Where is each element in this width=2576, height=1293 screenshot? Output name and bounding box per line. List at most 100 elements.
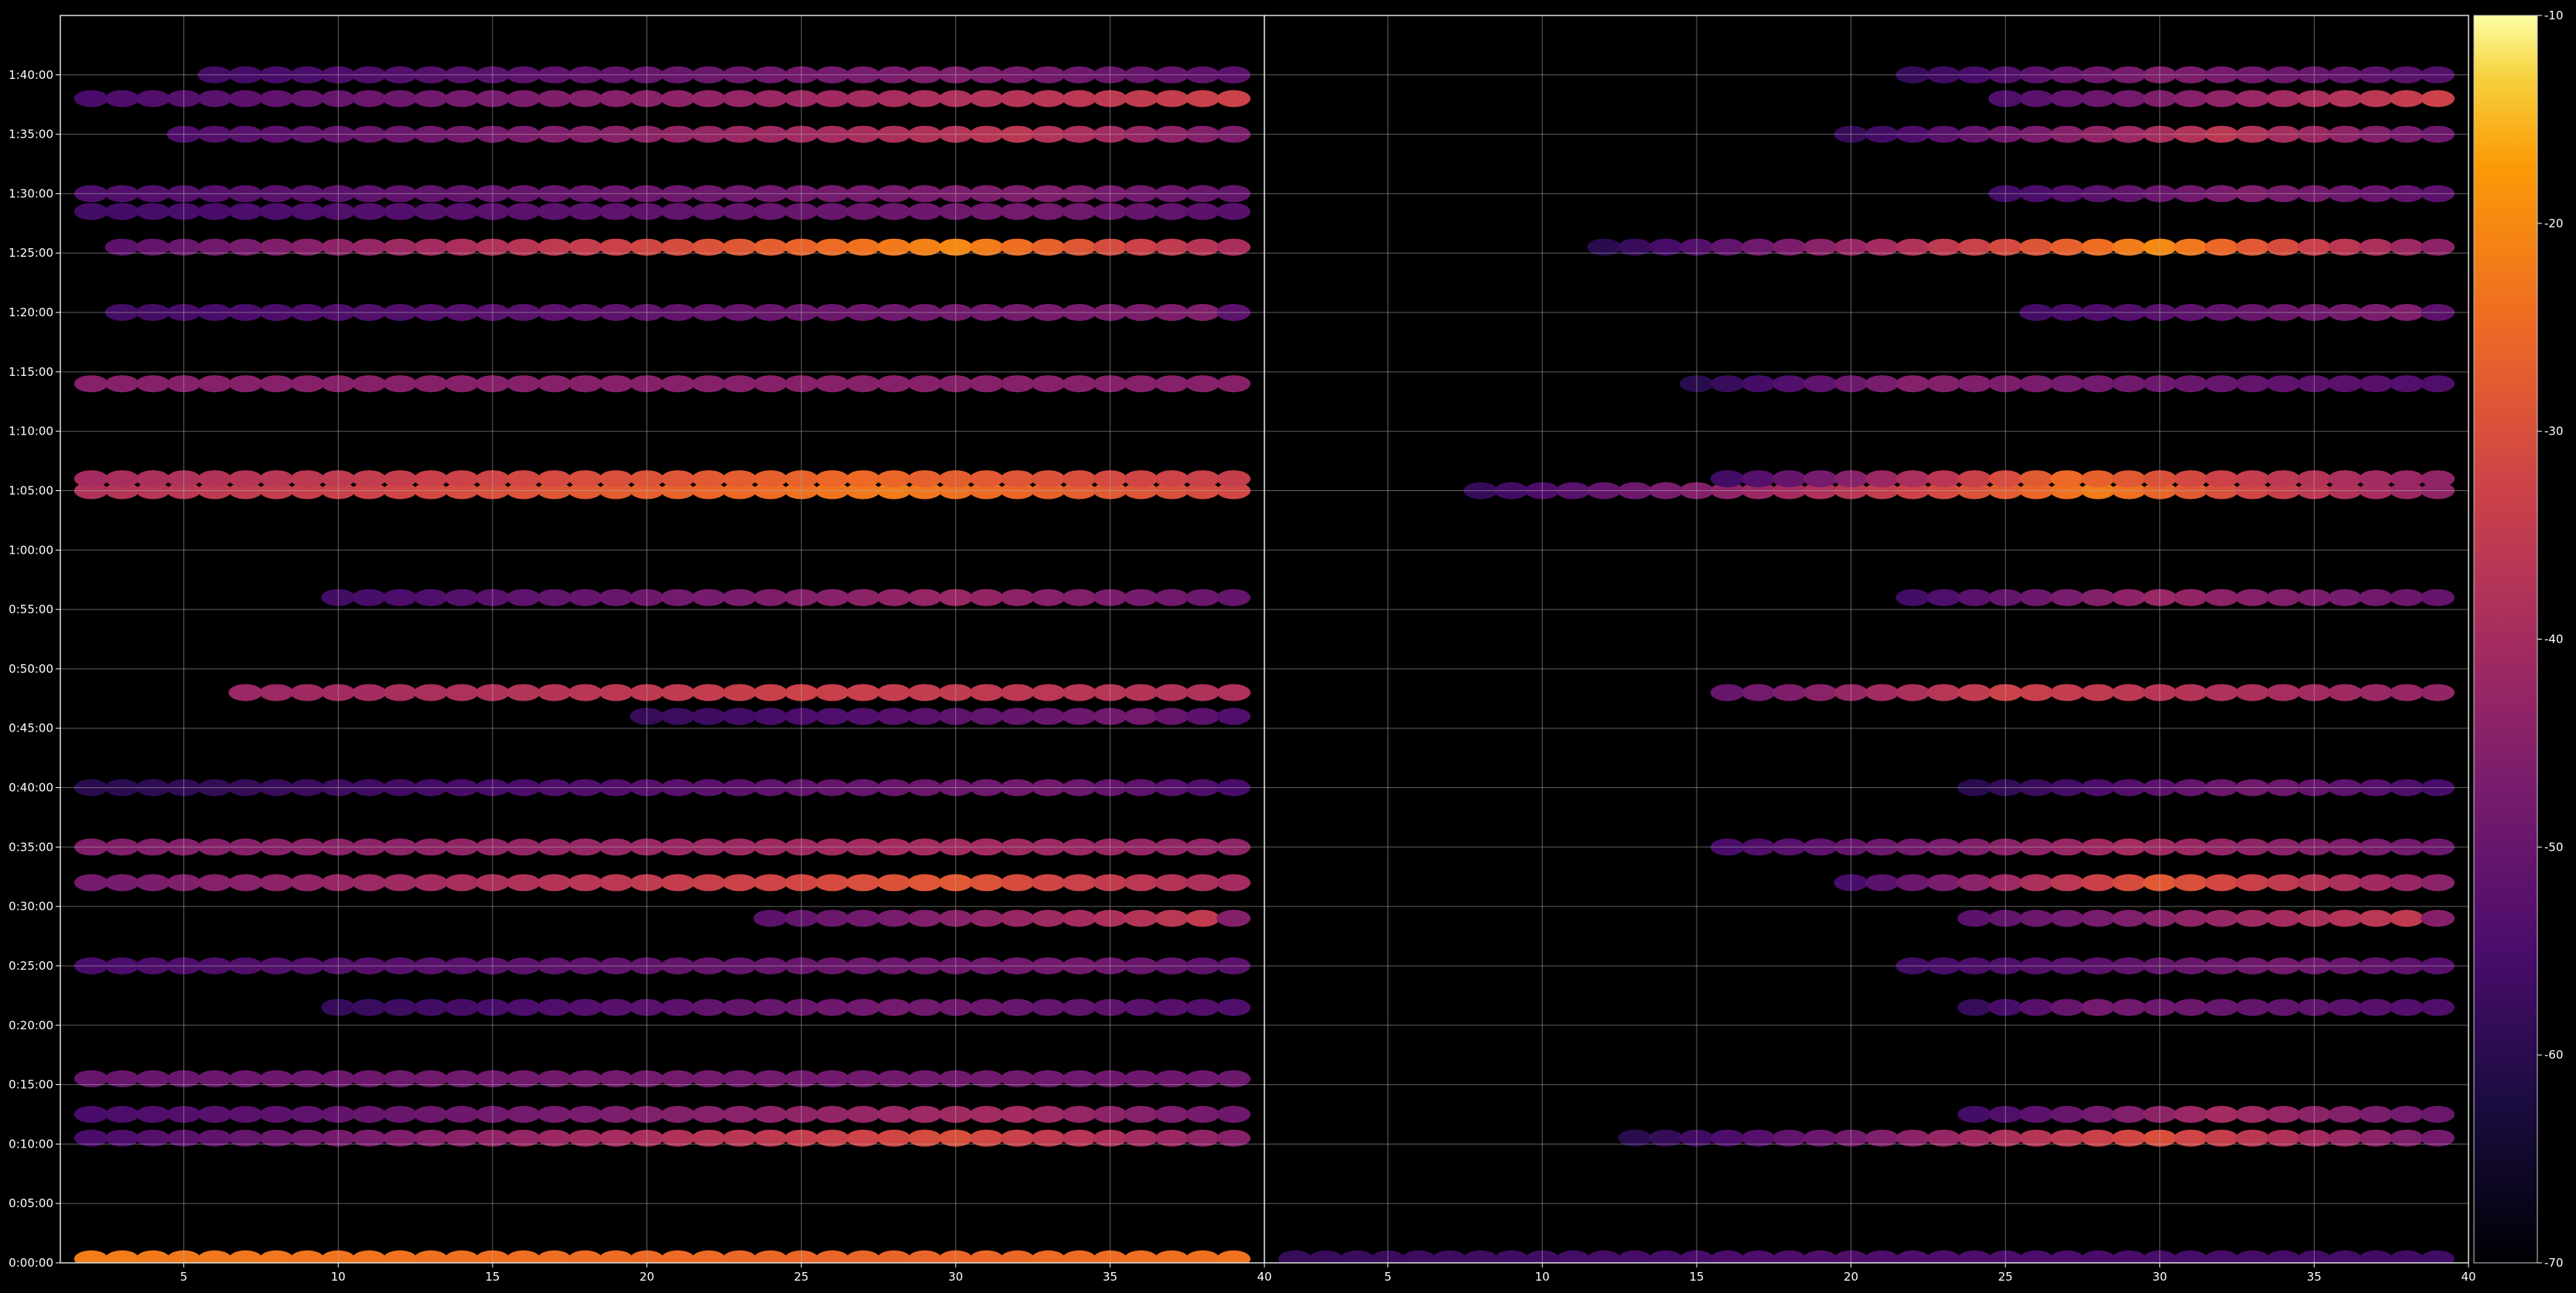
heatmap-cell bbox=[660, 203, 695, 220]
heatmap-cell bbox=[568, 684, 602, 701]
heatmap-cell bbox=[1031, 684, 1066, 701]
heatmap-cell bbox=[2390, 998, 2424, 1016]
heatmap-cell bbox=[1000, 874, 1035, 892]
heatmap-cell bbox=[568, 470, 602, 488]
heatmap-cell bbox=[660, 998, 695, 1016]
heatmap-cell bbox=[2359, 998, 2393, 1016]
heatmap-cell bbox=[537, 589, 571, 606]
heatmap-cell bbox=[2080, 684, 2115, 701]
heatmap-cell bbox=[1124, 1106, 1158, 1123]
heatmap-cell bbox=[506, 1106, 541, 1123]
heatmap-cell bbox=[2050, 684, 2084, 701]
heatmap-cell bbox=[599, 589, 633, 606]
heatmap-cell bbox=[352, 203, 387, 220]
heatmap-cell bbox=[1155, 684, 1189, 701]
colorbar-tick-label: -70 bbox=[2544, 1256, 2564, 1270]
heatmap-cell bbox=[1000, 1250, 1035, 1263]
heatmap-cell bbox=[506, 684, 541, 701]
heatmap-cell bbox=[907, 684, 942, 701]
heatmap-cell bbox=[1031, 589, 1066, 606]
heatmap-cell bbox=[537, 90, 571, 107]
heatmap-cell bbox=[815, 375, 850, 393]
heatmap-cell bbox=[1124, 708, 1158, 725]
heatmap-cell bbox=[1865, 874, 1899, 892]
heatmap-cell bbox=[876, 998, 911, 1016]
heatmap-cell bbox=[352, 874, 387, 892]
heatmap-cell bbox=[1957, 998, 1992, 1016]
heatmap-cell bbox=[445, 684, 479, 701]
heatmap-cell bbox=[2266, 909, 2301, 927]
heatmap-cell bbox=[1957, 1106, 1992, 1123]
heatmap-cell bbox=[259, 874, 294, 892]
heatmap-cell bbox=[1216, 203, 1251, 220]
heatmap-cell bbox=[568, 589, 602, 606]
heatmap-cell bbox=[1895, 589, 1930, 606]
x-tick-label: 15 bbox=[1689, 1270, 1704, 1284]
heatmap-cell bbox=[1957, 874, 1992, 892]
heatmap-panel-left bbox=[60, 15, 1265, 1264]
heatmap-cell bbox=[1618, 1250, 1653, 1263]
heatmap-cell bbox=[1186, 90, 1220, 107]
heatmap-cell bbox=[383, 203, 418, 220]
heatmap-cell bbox=[1000, 708, 1035, 725]
heatmap-cell bbox=[969, 708, 1004, 725]
heatmap-cell bbox=[2235, 1250, 2270, 1263]
heatmap-cell bbox=[1186, 684, 1220, 701]
heatmap-cell bbox=[104, 90, 139, 107]
heatmap-cell bbox=[506, 90, 541, 107]
spectrogram-figure: 0:00:00 0:05:00 0:10:00 0:15:00 0:20:00 0:25:… bbox=[9, 9, 2564, 1284]
heatmap-cell bbox=[228, 470, 263, 488]
heatmap-cell bbox=[2235, 998, 2270, 1016]
heatmap-cell bbox=[815, 90, 850, 107]
heatmap-cell bbox=[2266, 684, 2301, 701]
heatmap-cell bbox=[2204, 589, 2239, 606]
heatmap-cell bbox=[969, 1106, 1004, 1123]
heatmap-cell bbox=[969, 203, 1004, 220]
heatmap-cell bbox=[259, 90, 294, 107]
heatmap-cell bbox=[1895, 470, 1930, 488]
heatmap-cell bbox=[352, 90, 387, 107]
heatmap-cell bbox=[506, 203, 541, 220]
heatmap-cell bbox=[876, 1106, 911, 1123]
heatmap-cell bbox=[383, 998, 418, 1016]
heatmap-cell bbox=[1957, 909, 1992, 927]
x-tick-label: 30 bbox=[2152, 1270, 2167, 1284]
heatmap-cell bbox=[197, 874, 232, 892]
x-tick-label: 40 bbox=[2461, 1270, 2475, 1284]
heatmap-cell bbox=[352, 589, 387, 606]
heatmap-cell bbox=[2111, 684, 2146, 701]
heatmap-cell bbox=[846, 1106, 880, 1123]
heatmap-cell bbox=[414, 998, 449, 1016]
x-tick-label: 15 bbox=[485, 1270, 500, 1284]
y-tick-label: 1:05:00 bbox=[9, 483, 53, 497]
heatmap-cell bbox=[2328, 874, 2363, 892]
heatmap-cell bbox=[259, 1106, 294, 1123]
heatmap-cell bbox=[1031, 203, 1066, 220]
heatmap-cell bbox=[2080, 90, 2115, 107]
heatmap-cell bbox=[722, 589, 757, 606]
heatmap-cell bbox=[1308, 1250, 1343, 1263]
heatmap-cell bbox=[1031, 998, 1066, 1016]
heatmap-cell bbox=[1155, 470, 1189, 488]
heatmap-cell bbox=[876, 1250, 911, 1263]
heatmap-cell bbox=[660, 708, 695, 725]
heatmap-cell bbox=[197, 470, 232, 488]
heatmap-cell bbox=[815, 874, 850, 892]
heatmap-cell bbox=[2235, 1106, 2270, 1123]
heatmap-cell bbox=[1186, 375, 1220, 393]
heatmap-cell bbox=[259, 203, 294, 220]
heatmap-cell bbox=[568, 874, 602, 892]
heatmap-cell bbox=[1062, 1250, 1097, 1263]
heatmap-cell bbox=[104, 1250, 139, 1263]
heatmap-cell bbox=[846, 909, 880, 927]
heatmap-cell bbox=[104, 203, 139, 220]
heatmap-cell bbox=[1124, 375, 1158, 393]
heatmap-cell bbox=[691, 589, 726, 606]
heatmap-cell bbox=[445, 589, 479, 606]
heatmap-cell bbox=[1216, 708, 1251, 725]
heatmap-cell bbox=[2390, 1250, 2424, 1263]
heatmap-cell bbox=[290, 1106, 325, 1123]
heatmap-cell bbox=[2080, 1250, 2115, 1263]
heatmap-cell bbox=[197, 203, 232, 220]
heatmap-cell bbox=[753, 998, 788, 1016]
